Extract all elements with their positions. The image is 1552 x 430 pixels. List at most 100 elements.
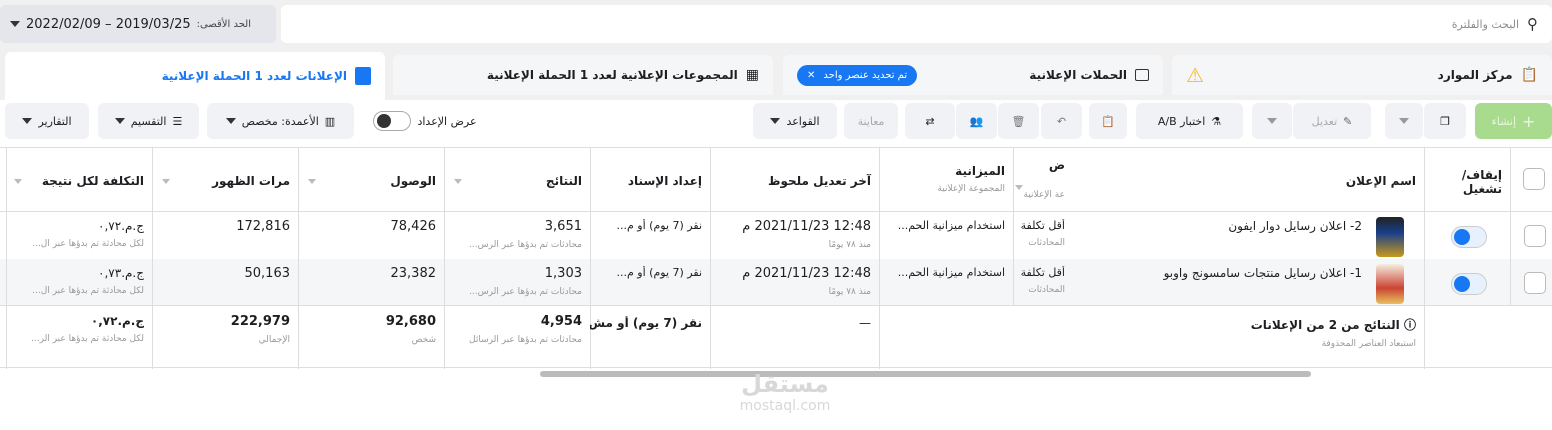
- ad-icon: [355, 67, 371, 85]
- ad-name-link[interactable]: 2- اعلان رسايل دوار ايفون: [1073, 219, 1370, 233]
- horizontal-scrollbar[interactable]: [540, 371, 1311, 377]
- undo-icon: ↶: [1056, 114, 1067, 128]
- clipboard-icon: 📋: [1520, 67, 1538, 83]
- duplicate-button[interactable]: ❐: [1424, 103, 1466, 139]
- duplicate-dropdown[interactable]: [1385, 103, 1423, 139]
- duplicate-icon: ❐: [1440, 114, 1450, 128]
- search-input[interactable]: ⚲ البحث والفلترة: [281, 5, 1552, 43]
- view-setup-toggle[interactable]: عرض الإعداد: [365, 103, 485, 139]
- ad-toggle[interactable]: [1451, 273, 1487, 295]
- totals-impressions: 222,979 الإجمالي: [230, 314, 290, 345]
- rules-button[interactable]: القواعد: [753, 103, 837, 139]
- reach: 23,382: [390, 266, 437, 281]
- header-attribution[interactable]: إعداد الإسناد: [590, 174, 710, 188]
- results: 1,303 محادثات تم بدؤها عبر الرس...: [469, 266, 582, 297]
- chevron-down-icon: [225, 118, 236, 124]
- selected-pill[interactable]: تم تحديد عنصر واحد ✕: [797, 64, 918, 86]
- flask-icon: ⚗: [1211, 114, 1222, 128]
- search-icon: ⚲: [1527, 15, 1538, 33]
- totals-attribution: نقر (7 يوم) أو مش...: [590, 316, 702, 330]
- header-toggle: إيقاف/ تشغيل: [1461, 168, 1502, 196]
- chevron-down-icon: [1399, 118, 1409, 124]
- header-reach[interactable]: الوصول: [298, 174, 444, 188]
- row-checkbox[interactable]: [1524, 225, 1546, 247]
- chevron-down-icon: [22, 118, 33, 124]
- chevron-down-icon: [10, 21, 20, 27]
- chevron-down-icon: [1267, 118, 1277, 124]
- close-icon[interactable]: ✕: [807, 70, 815, 81]
- header-bid[interactable]: ض عة الإعلانية: [1013, 158, 1073, 200]
- totals-last-edit: —: [859, 316, 871, 330]
- chevron-down-icon: [770, 118, 781, 124]
- toggle-switch[interactable]: [373, 111, 412, 131]
- row-checkbox[interactable]: [1524, 272, 1546, 294]
- ad-toggle[interactable]: [1451, 226, 1487, 248]
- sort-icon[interactable]: [454, 179, 462, 184]
- people-icon: 👥: [969, 114, 984, 128]
- attribution: نقر (7 يوم) أو م...: [616, 219, 703, 232]
- select-all-checkbox[interactable]: [1523, 168, 1545, 190]
- impressions: 50,163: [244, 266, 291, 281]
- reports-button[interactable]: التقارير: [5, 103, 89, 139]
- header-cost[interactable]: التكلفة لكل نتيجة: [6, 174, 152, 188]
- breakdown-icon: ☰: [172, 114, 183, 128]
- header-results[interactable]: النتائج: [444, 174, 590, 188]
- header-impressions[interactable]: مرات الظهور: [152, 174, 298, 188]
- edit-dropdown[interactable]: [1252, 103, 1292, 139]
- sort-icon[interactable]: [1015, 185, 1023, 190]
- budget: استخدام ميزانية الحم...: [897, 266, 1005, 279]
- tab-campaigns[interactable]: الحملات الإعلانية تم تحديد عنصر واحد ✕: [783, 55, 1163, 95]
- info-icon[interactable]: ⓘ: [1404, 318, 1416, 332]
- tab-ads[interactable]: الإعلانات لعدد 1 الحملة الإعلانية: [5, 52, 385, 100]
- grid-icon: ▦: [745, 67, 759, 83]
- attribution: نقر (7 يوم) أو م...: [616, 266, 703, 279]
- watermark: مستقل mostaql.com: [739, 370, 831, 414]
- budget: استخدام ميزانية الحم...: [897, 219, 1005, 232]
- columns-button[interactable]: ▥ الأعمدة: مخصص: [207, 103, 354, 139]
- folder-icon: [1135, 69, 1149, 81]
- sort-icon[interactable]: [162, 179, 170, 184]
- tab-adsets[interactable]: ▦ المجموعات الإعلانية لعدد 1 الحملة الإع…: [393, 55, 773, 95]
- header-name[interactable]: اسم الإعلان: [1073, 174, 1424, 188]
- ab-test-button[interactable]: ⚗ اختبار A/B: [1136, 103, 1243, 139]
- cost-per-result: ج.م.٠,٧٢ لكل محادثة تم بدؤها عبر ال...: [32, 219, 144, 249]
- chevron-down-icon: [114, 118, 125, 124]
- date-range-button[interactable]: الحد الأقصى: 2022/02/09 – 2019/03/25: [0, 5, 276, 43]
- ad-thumbnail: [1376, 264, 1404, 304]
- bid-strategy: أقل تكلفة المحادثات: [1020, 266, 1065, 295]
- last-edit: 12:48 2021/11/23 م منذ ٧٨ يومًا: [742, 266, 871, 297]
- ad-name-link[interactable]: 1- اعلان رسايل منتجات سامسونج واوبو: [1073, 266, 1370, 280]
- impressions: 172,816: [236, 219, 290, 234]
- export-button[interactable]: ⇄: [905, 103, 955, 139]
- bid-strategy: أقل تكلفة المحادثات: [1020, 219, 1065, 248]
- tab-resource-center[interactable]: 📋 مركز الموارد ⚠: [1172, 55, 1552, 95]
- delete-button[interactable]: 🗑: [998, 103, 1039, 139]
- results: 3,651 محادثات تم بدؤها عبر الرس...: [469, 219, 582, 250]
- totals-results: 4,954 محادثات تم بدؤها عبر الرسائل: [469, 314, 582, 345]
- breakdown-button[interactable]: ☰ التقسيم: [98, 103, 199, 139]
- plus-icon: +: [1522, 111, 1536, 131]
- columns-icon: ▥: [324, 114, 336, 128]
- audience-button[interactable]: 👥: [956, 103, 997, 139]
- ads-table: إيقاف/ تشغيل اسم الإعلان ض عة الإعلانية ا…: [0, 147, 1552, 369]
- totals-label: ⓘ النتائج من 2 من الإعلانات استبعاد العنا…: [1250, 318, 1416, 349]
- sort-icon[interactable]: [14, 179, 22, 184]
- totals-cost: ج.م.٠,٧٢ لكل محادثة تم بدؤها عبر الر...: [31, 314, 144, 344]
- cost-per-result: ج.م.٠,٧٣ لكل محادثة تم بدؤها عبر ال...: [32, 266, 144, 296]
- reach: 78,426: [390, 219, 437, 234]
- clipboard-button[interactable]: 📋: [1089, 103, 1127, 139]
- last-edit: 12:48 2021/11/23 م منذ ٧٨ يومًا: [742, 219, 871, 250]
- preview-button[interactable]: معاينة: [844, 103, 898, 139]
- sort-icon[interactable]: [308, 179, 316, 184]
- ad-thumbnail: [1376, 217, 1404, 257]
- header-budget[interactable]: الميزانية المجموعة الإعلانية: [879, 164, 1013, 194]
- totals-reach: 92,680 شخص: [385, 314, 436, 345]
- pencil-icon: ✎: [1343, 114, 1353, 128]
- edit-button[interactable]: ✎ تعديل: [1293, 103, 1371, 139]
- create-button[interactable]: + إنشاء: [1475, 103, 1552, 139]
- clipboard-icon: 📋: [1101, 114, 1115, 128]
- header-last-edit[interactable]: آخر تعديل ملحوظ: [710, 174, 879, 188]
- trash-icon: 🗑: [1011, 114, 1026, 128]
- warning-icon: ⚠: [1186, 63, 1204, 87]
- undo-button[interactable]: ↶: [1041, 103, 1082, 139]
